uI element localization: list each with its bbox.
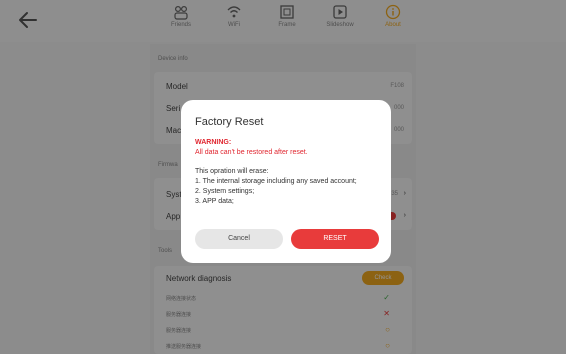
warning-text: All data can't be restored after reset. — [195, 149, 308, 156]
reset-button[interactable]: RESET — [291, 229, 379, 249]
erase-item: 2. System settings; — [195, 188, 255, 195]
erase-item: 3. APP data; — [195, 198, 234, 205]
cancel-button[interactable]: Cancel — [195, 229, 283, 249]
erase-item: 1. The internal storage including any sa… — [195, 178, 357, 185]
dialog-title: Factory Reset — [195, 116, 264, 128]
warning-label: WARNING: — [195, 139, 232, 146]
erase-intro: This opration will erase: — [195, 168, 269, 175]
factory-reset-dialog: Factory Reset WARNING: All data can't be… — [181, 100, 391, 263]
